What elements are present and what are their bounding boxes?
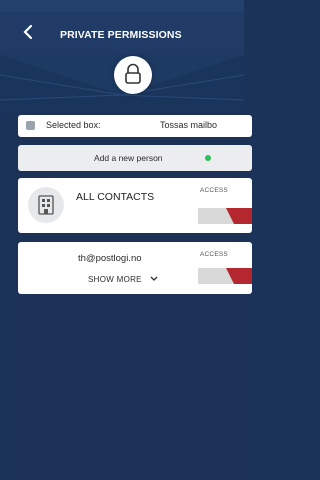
permission-row-user[interactable]: th@postlogi.no ACCESS SHOW MORE xyxy=(18,242,252,294)
status-dot xyxy=(205,155,211,161)
add-person-label: Add a new person xyxy=(94,153,163,163)
chevron-left-icon xyxy=(23,24,33,40)
access-label: ACCESS xyxy=(200,187,228,194)
mailbox-icon xyxy=(26,121,35,130)
chevron-down-icon xyxy=(150,275,158,284)
selected-box-row[interactable]: Selected box: Tossas mailbo xyxy=(18,115,252,137)
building-icon xyxy=(38,195,54,215)
permission-name: ALL CONTACTS xyxy=(76,191,155,203)
show-more-label: SHOW MORE xyxy=(88,275,142,284)
lock-icon xyxy=(125,63,141,84)
add-person-button[interactable]: Add a new person xyxy=(18,145,252,171)
back-button[interactable] xyxy=(22,24,38,44)
show-more-button[interactable]: SHOW MORE xyxy=(88,275,158,284)
user-email: th@postlogi.no xyxy=(78,253,142,264)
lock-badge xyxy=(114,56,152,94)
status-bar xyxy=(0,0,244,12)
selected-box-value: Tossas mailbo xyxy=(160,120,218,130)
access-toggle[interactable] xyxy=(198,208,252,224)
page-title: PRIVATE PERMISSIONS xyxy=(60,29,182,41)
permission-row-all-contacts[interactable]: ALL CONTACTS ACCESS xyxy=(18,178,252,233)
app-header: PRIVATE PERMISSIONS xyxy=(0,0,244,55)
access-toggle[interactable] xyxy=(198,268,252,284)
selected-box-label: Selected box: xyxy=(46,120,101,130)
access-label: ACCESS xyxy=(200,251,228,258)
contact-avatar xyxy=(28,187,64,223)
